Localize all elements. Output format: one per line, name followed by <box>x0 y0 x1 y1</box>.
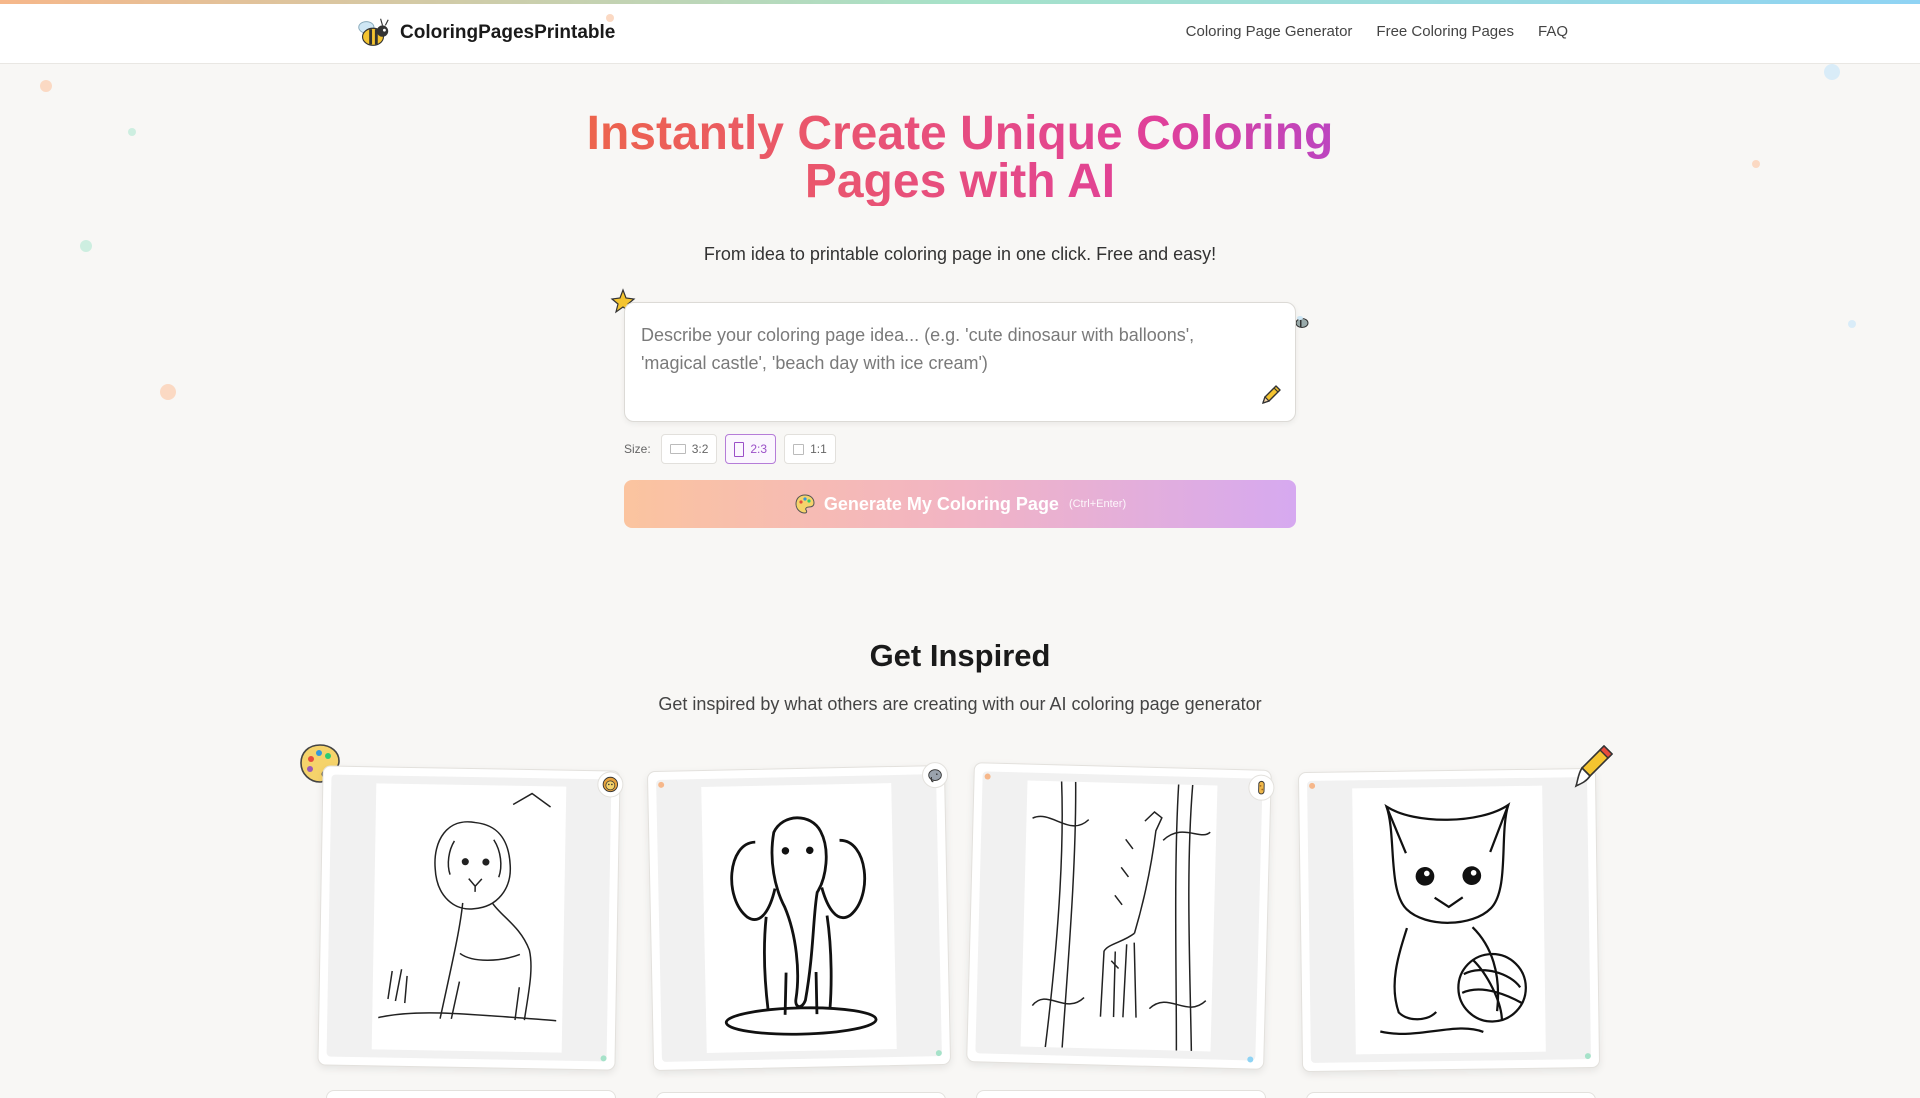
brush-icon <box>1574 745 1613 788</box>
size-option-1-1[interactable]: 1:1 <box>784 434 836 464</box>
giraffe-icon <box>1258 780 1265 795</box>
giraffe-badge-icon <box>1248 774 1275 802</box>
card-image-frame <box>1307 777 1591 1063</box>
confetti-dot <box>160 384 176 400</box>
size-label: Size: <box>624 442 651 456</box>
confetti-dot <box>80 240 92 252</box>
palette-icon <box>795 494 815 514</box>
size-option-label: 2:3 <box>750 442 768 456</box>
gallery-card-peek <box>976 1090 1266 1098</box>
pencil-icon <box>1262 385 1281 404</box>
size-option-label: 3:2 <box>691 442 709 456</box>
confetti-dot <box>658 781 665 788</box>
confetti-dot <box>128 128 136 136</box>
prompt-input[interactable] <box>641 321 1261 401</box>
square-ratio-icon <box>793 443 805 455</box>
gallery-card-giraffe[interactable] <box>966 762 1275 1070</box>
main-nav: Coloring Page Generator Free Coloring Pa… <box>1186 23 1568 40</box>
lion-icon <box>602 776 619 793</box>
elephant-icon <box>928 769 942 783</box>
elephant-coloring-image <box>701 783 897 1053</box>
confetti-dot <box>606 14 614 22</box>
elephant-badge-icon <box>921 761 949 789</box>
card-image-frame <box>326 774 612 1062</box>
lion-coloring-image <box>371 783 567 1053</box>
bee-icon <box>358 18 389 46</box>
card-image-frame <box>656 774 942 1062</box>
size-option-label: 1:1 <box>810 442 827 456</box>
keyboard-shortcut-hint: (Ctrl+Enter) <box>1068 498 1127 510</box>
confetti-dot <box>1752 160 1760 168</box>
landscape-ratio-icon <box>669 444 686 454</box>
hero-subtitle: From idea to printable coloring page in … <box>703 244 1217 264</box>
size-option-2-3[interactable]: 2:3 <box>725 434 777 464</box>
confetti-dot <box>1247 1056 1254 1063</box>
kitten-coloring-image <box>1352 785 1546 1055</box>
gallery-card-kitten[interactable] <box>1297 767 1601 1073</box>
inspired-title: Get Inspired <box>869 638 1051 673</box>
hero-title-line1: Instantly Create Unique Coloring <box>586 107 1334 160</box>
gallery-card-peek <box>326 1090 616 1098</box>
prompt-input-wrapper <box>624 302 1296 422</box>
giraffe-line-art <box>1031 781 1211 1051</box>
confetti-dot <box>40 80 52 92</box>
site-header: ColoringPagesPrintable Coloring Page Gen… <box>0 4 1920 64</box>
confetti-dot <box>984 773 991 780</box>
gallery-card-peek <box>656 1092 946 1098</box>
nav-faq[interactable]: FAQ <box>1538 23 1568 40</box>
giraffe-coloring-image <box>1020 780 1218 1052</box>
brand-logo[interactable]: ColoringPagesPrintable <box>354 14 615 52</box>
size-selector: Size: 3:2 2:3 1:1 <box>624 434 836 464</box>
kitten-line-art <box>1380 802 1527 1036</box>
confetti-dot <box>1309 782 1316 789</box>
card-image-frame <box>975 771 1263 1061</box>
bee-icon <box>1295 316 1309 328</box>
portrait-ratio-icon <box>734 441 745 457</box>
elephant-line-art <box>724 816 878 1036</box>
hero-title: Instantly Create Unique Coloring Pages w… <box>460 110 1460 206</box>
gallery-card-peek <box>1306 1092 1596 1098</box>
hero-title-line2: Pages with AI <box>804 155 1116 208</box>
generate-button[interactable]: Generate My Coloring Page (Ctrl+Enter) <box>624 480 1296 528</box>
gallery-card-elephant[interactable] <box>646 761 952 1072</box>
nav-coloring-page-generator[interactable]: Coloring Page Generator <box>1186 23 1353 40</box>
inspired-subtitle: Get inspired by what others are creating… <box>658 694 1262 714</box>
gallery-card-lion[interactable] <box>317 765 624 1071</box>
confetti-dot <box>935 1050 942 1057</box>
confetti-dot <box>1584 1053 1591 1060</box>
brand-name: ColoringPagesPrintable <box>400 22 616 43</box>
nav-free-coloring-pages[interactable]: Free Coloring Pages <box>1376 23 1514 40</box>
confetti-dot <box>1848 320 1856 328</box>
lion-badge-icon <box>597 771 624 798</box>
confetti-dot <box>1824 64 1840 80</box>
generate-button-label: Generate My Coloring Page <box>823 493 1059 514</box>
confetti-dot <box>600 1055 607 1062</box>
size-option-3-2[interactable]: 3:2 <box>660 434 718 464</box>
lion-line-art <box>378 792 557 1022</box>
